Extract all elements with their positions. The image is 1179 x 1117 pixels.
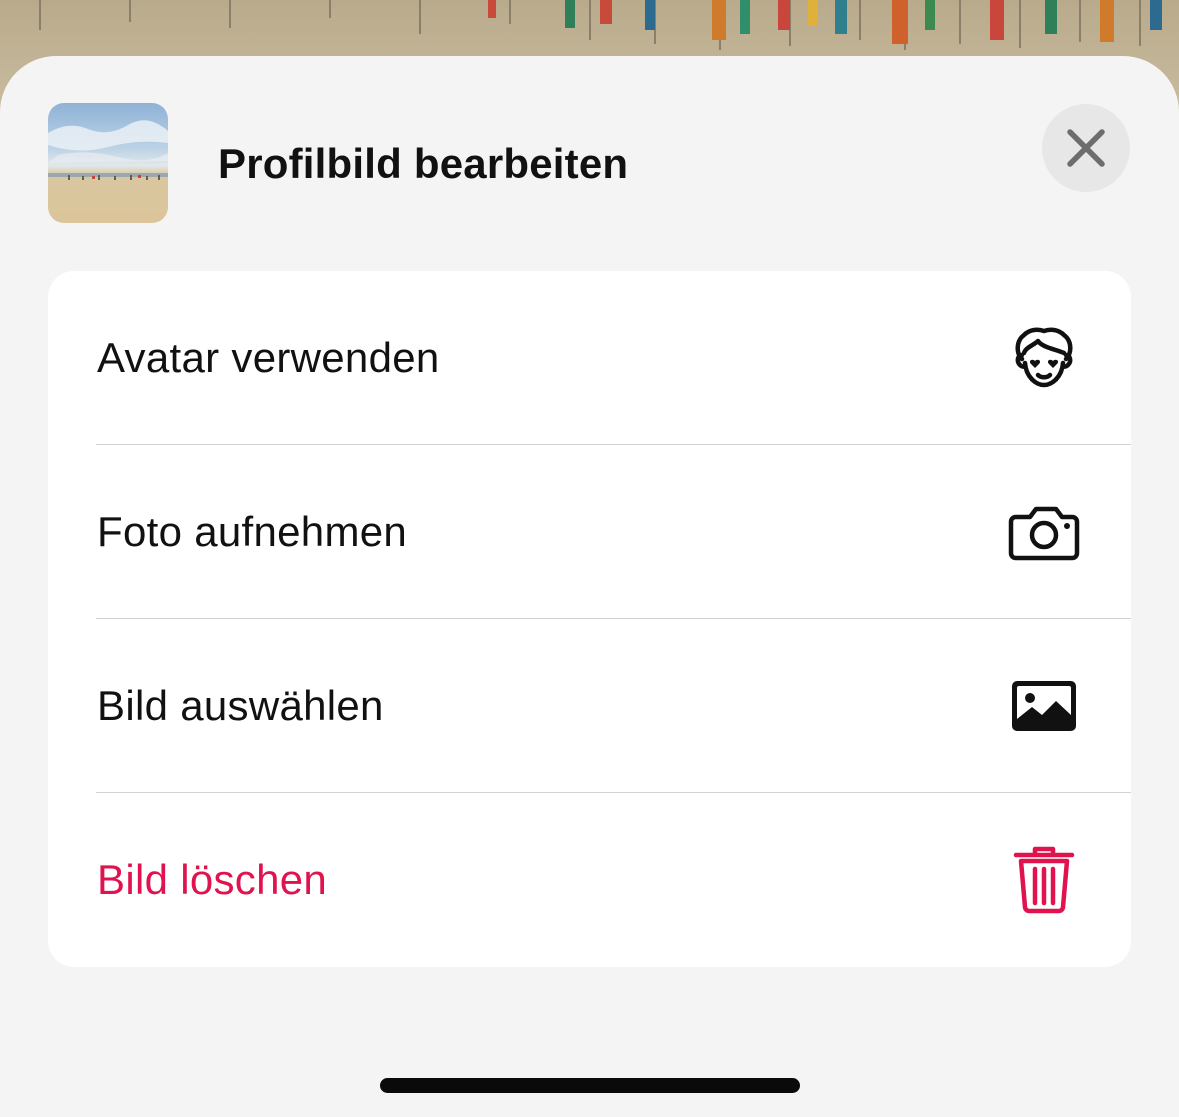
option-label: Bild löschen	[97, 856, 328, 903]
option-choose-picture[interactable]: Bild auswählen	[48, 619, 1131, 793]
option-label: Foto aufnehmen	[97, 508, 408, 555]
trash-icon	[1013, 846, 1075, 914]
options-card: Avatar verwenden Foto aufnehmen Bild aus…	[48, 271, 1131, 967]
photo-icon	[1012, 681, 1076, 731]
close-button[interactable]	[1042, 104, 1130, 192]
option-take-photo[interactable]: Foto aufnehmen	[48, 445, 1131, 619]
option-label: Avatar verwenden	[97, 334, 440, 381]
edit-profile-picture-sheet: Profilbild bearbeiten Avatar verwenden F…	[0, 56, 1179, 1117]
option-label: Bild auswählen	[97, 682, 384, 729]
sheet-title: Profilbild bearbeiten	[218, 140, 629, 187]
option-delete-picture[interactable]: Bild löschen	[48, 793, 1131, 967]
camera-icon	[1008, 506, 1080, 561]
avatar-face-icon	[1015, 327, 1073, 388]
close-icon	[1067, 129, 1105, 167]
home-indicator	[380, 1078, 800, 1093]
option-use-avatar[interactable]: Avatar verwenden	[48, 271, 1131, 445]
profile-picture-thumbnail	[48, 103, 168, 223]
